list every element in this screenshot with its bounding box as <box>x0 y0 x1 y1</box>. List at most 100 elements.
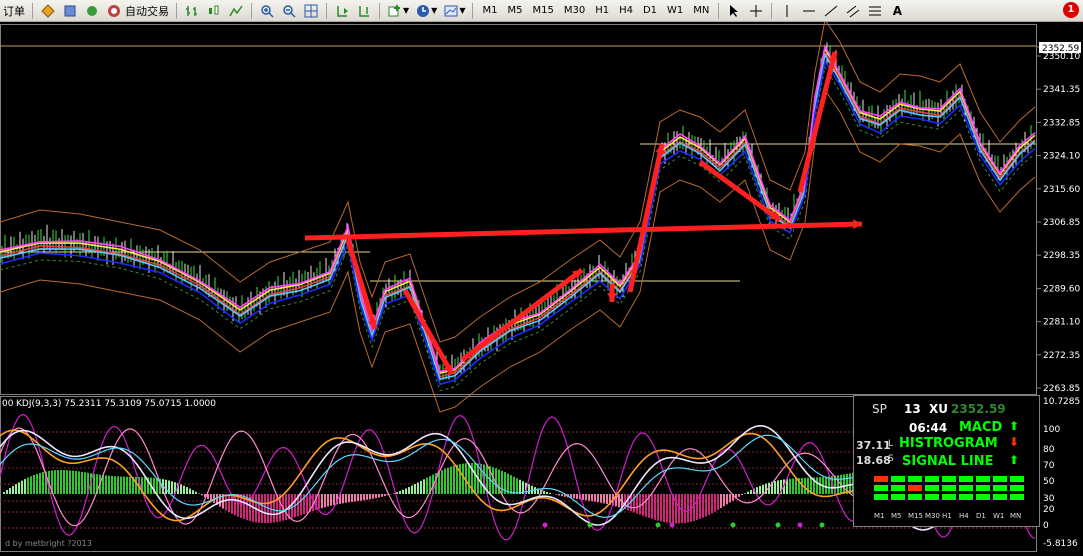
timeframe-m30-button[interactable]: M30 <box>559 1 590 21</box>
autotrade-button[interactable]: 自动交易 <box>103 1 172 21</box>
timeframe-w1-button[interactable]: W1 <box>662 1 688 21</box>
periods-button[interactable]: ▼ <box>412 1 440 21</box>
histogram-bar <box>582 494 584 500</box>
histogram-bar <box>120 477 122 494</box>
signal-cell <box>908 494 922 500</box>
histogram-bar <box>201 494 203 495</box>
candlestick-button[interactable] <box>203 1 225 21</box>
annotation-arrow <box>700 162 780 220</box>
text-tool-button[interactable]: A <box>886 1 908 21</box>
histogram-bar <box>69 470 71 494</box>
signal-cell <box>1010 476 1024 482</box>
cursor-button[interactable] <box>723 1 745 21</box>
options-button[interactable] <box>59 1 81 21</box>
signal-cell <box>891 494 905 500</box>
new-order-button[interactable]: 订单 <box>0 1 28 21</box>
histogram-bar <box>195 492 197 494</box>
templates-button[interactable]: ▼ <box>440 1 468 21</box>
signals-button[interactable] <box>81 1 103 21</box>
histogram-bar <box>111 476 113 494</box>
crosshair-button[interactable] <box>745 1 767 21</box>
value-one: 37.11 <box>856 439 891 452</box>
histogram-bar <box>348 494 350 502</box>
signal-cell <box>976 485 990 491</box>
main-chart-frame <box>1 25 1037 395</box>
main-chart-layer <box>0 22 1036 412</box>
histogram-bar <box>420 481 422 494</box>
timeframe-m1-button[interactable]: M1 <box>477 1 502 21</box>
spread-value: 13 <box>904 402 921 416</box>
notification-badge[interactable]: 1 <box>1063 2 1079 18</box>
histogram-bar <box>654 494 656 520</box>
signal-dot <box>820 523 825 528</box>
timeframe-h1-button[interactable]: H1 <box>590 1 614 21</box>
price-tick-label: 2289.60 <box>1043 284 1080 294</box>
signal-cell <box>908 485 922 491</box>
histogram-bar <box>108 476 110 494</box>
histogram-bar <box>627 494 629 510</box>
timeframe-signal-grid: M1M5M15M30H1H4D1W1MN <box>854 474 1039 524</box>
zoom-out-button[interactable] <box>278 1 300 21</box>
bar-chart-button[interactable] <box>181 1 203 21</box>
histogram-bar <box>228 494 230 512</box>
histogram-bar <box>285 494 287 520</box>
price-axis: 2352.592350.102341.352332.852324.102315.… <box>1037 42 1081 394</box>
histogram-bar <box>501 471 503 494</box>
histogram-bar <box>36 474 38 494</box>
panel-timeframe-label: H1 <box>942 512 952 520</box>
timeframe-mn-button[interactable]: MN <box>688 1 714 21</box>
trendline-icon <box>823 3 839 19</box>
timeframe-list: M1M5M15M30H1H4D1W1MN <box>477 1 714 21</box>
histogram-bar <box>663 494 665 522</box>
chart-shift-button[interactable] <box>353 1 375 21</box>
histogram-bar <box>63 470 65 494</box>
main-toolbar: 订单 自动交易 ▼ ▼ ▼ M1M5M15M30H1H4D1W1MN A 1 <box>0 0 1083 22</box>
histogram-bar <box>264 494 266 523</box>
histogram-bar <box>171 481 173 494</box>
autoscroll-button[interactable] <box>331 1 353 21</box>
histogram-bar <box>261 494 263 523</box>
histogram-bar <box>300 494 302 515</box>
timeframe-m5-button[interactable]: M5 <box>502 1 527 21</box>
fibonacci-button[interactable] <box>864 1 886 21</box>
histogram-bar <box>462 464 464 494</box>
signal-cell <box>874 485 888 491</box>
timeframe-h4-button[interactable]: H4 <box>614 1 638 21</box>
line-chart-button[interactable] <box>225 1 247 21</box>
tile-windows-button[interactable] <box>300 1 322 21</box>
kdj-indicator-label: KDJ(9,3,3) 75.2311 75.3109 75.0715 1.000… <box>16 399 216 409</box>
indicator-tick-label: -5.8136 <box>1043 539 1078 549</box>
current-price-label: 2352.59 <box>1042 44 1079 54</box>
horizontal-line-icon <box>801 3 817 19</box>
annotation-arrow <box>630 144 662 292</box>
vertical-line-button[interactable] <box>776 1 798 21</box>
histogram-bar <box>117 476 119 494</box>
histogram-bar <box>618 494 620 507</box>
histogram-bar <box>66 470 68 494</box>
histogram-bar <box>360 494 362 501</box>
histogram-bar <box>666 494 668 523</box>
indicators-button[interactable]: ▼ <box>384 1 412 21</box>
timeframe-d1-button[interactable]: D1 <box>638 1 662 21</box>
histogram-bar <box>588 494 590 501</box>
equidistant-channel-button[interactable] <box>842 1 864 21</box>
histogram-bar <box>375 494 377 498</box>
value-two: 18.68 <box>856 454 891 467</box>
histogram-bar <box>366 494 368 500</box>
histogram-bar <box>789 479 791 494</box>
signal-line-label: SIGNAL LINE <box>902 454 994 469</box>
trendline-button[interactable] <box>820 1 842 21</box>
histogram-bar <box>738 494 740 497</box>
channel-icon <box>845 3 861 19</box>
timeframe-m15-button[interactable]: M15 <box>527 1 558 21</box>
histogram-bar <box>558 494 560 495</box>
zoom-in-button[interactable] <box>256 1 278 21</box>
histogram-bar <box>24 479 26 494</box>
l-letter: L <box>888 439 893 449</box>
histogram-bar <box>342 494 344 503</box>
horizontal-line-button[interactable] <box>798 1 820 21</box>
histogram-bar <box>603 494 605 503</box>
indicator-tick-label: 50 <box>1043 477 1055 487</box>
histogram-bar <box>123 477 125 494</box>
history-center-button[interactable] <box>37 1 59 21</box>
